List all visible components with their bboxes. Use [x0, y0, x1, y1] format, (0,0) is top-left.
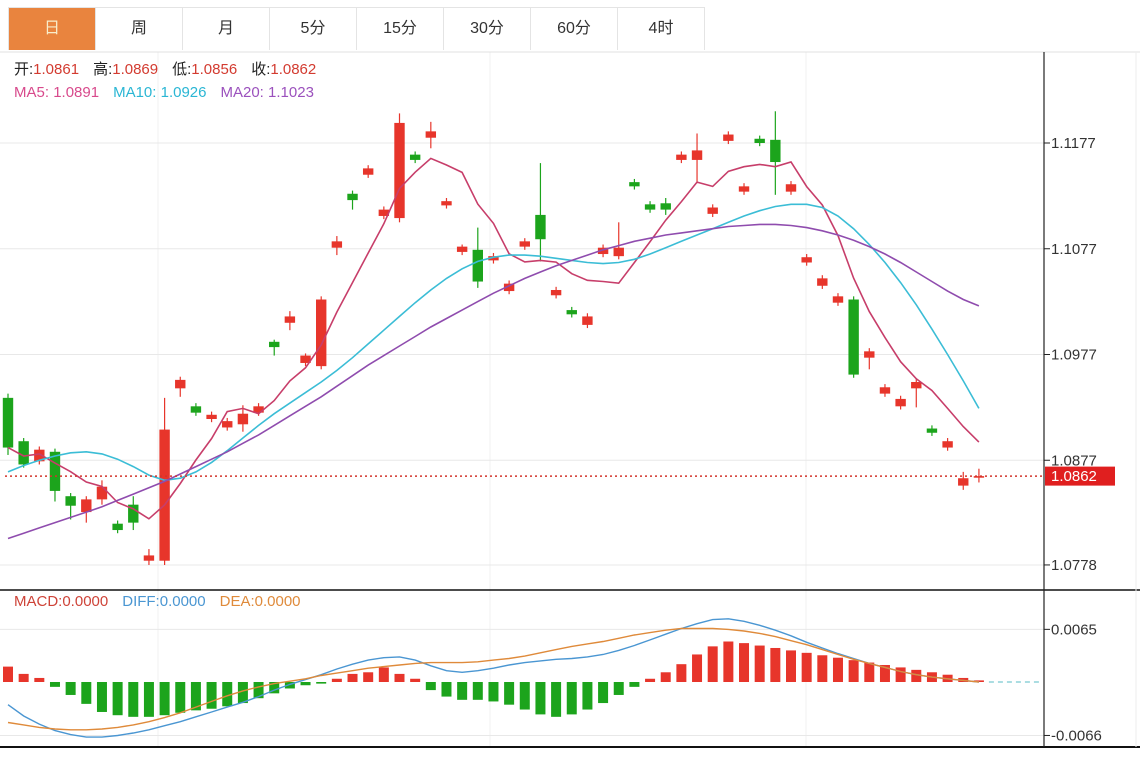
ma5-line [7, 157, 980, 520]
axis-tick-label: 1.1177 [1051, 135, 1096, 152]
axis-tick-label: 1.1077 [1051, 241, 1097, 258]
axis-tick-label: 1.0778 [1051, 557, 1097, 574]
tab-60min[interactable]: 60分 [531, 8, 618, 50]
ohlc-row-item: 开:1.0861 [14, 61, 80, 78]
tab-day[interactable]: 日 [9, 8, 96, 50]
tab-month[interactable]: 月 [183, 8, 270, 50]
tab-30min[interactable]: 30分 [444, 8, 531, 50]
axis-tick-label: 1.0977 [1051, 347, 1097, 364]
tab-15min[interactable]: 15分 [357, 8, 444, 50]
ohlc-row-item: 低:1.0856 [172, 61, 238, 78]
ma-row-item: MA20: 1.1023 [220, 84, 314, 101]
macd-row-item: MACD:0.0000 [14, 593, 109, 610]
ma-row-item: MA10: 1.0926 [113, 84, 207, 101]
ma-row-item: MA5: 1.0891 [14, 84, 100, 101]
ma-legend: MA5: 1.0891 MA10: 1.0926 MA20: 1.1023 [14, 84, 328, 101]
tab-5min[interactable]: 5分 [270, 8, 357, 50]
tab-week[interactable]: 周 [96, 8, 183, 50]
macd-legend: MACD:0.0000 DIFF:0.0000 DEA:0.0000 [14, 593, 315, 610]
axis-tick-label: 0.0065 [1051, 621, 1097, 638]
macd-row-item: DEA:0.0000 [219, 593, 301, 610]
tab-4hour[interactable]: 4时 [618, 8, 705, 50]
axes: 1.1177 1.1077 1.0977 1.0877 1.0778 0.0065 -0.0… [0, 51, 1140, 748]
chart-area[interactable]: 1.0862 1.1177 1.1077 1.0977 1.0877 1.0778 0.00… [0, 0, 1140, 754]
axis-tick-label: -0.0066 [1051, 727, 1102, 744]
candlestick-chart-canvas[interactable]: 1.0862 1.1177 1.1077 1.0977 1.0877 1.0778 0.00… [0, 0, 1140, 754]
gridlines [0, 52, 1044, 747]
ma10-line [7, 203, 980, 482]
candles-layer [2, 111, 985, 565]
ohlc-row-item: 收:1.0862 [251, 61, 317, 78]
macd-row-item: DIFF:0.0000 [122, 593, 206, 610]
ma20-line [7, 223, 980, 540]
ohlc-row-item: 高:1.0869 [93, 61, 159, 78]
axis-tick-label: 1.0877 [1051, 452, 1097, 469]
last-price-tag-value: 1.0862 [1051, 468, 1097, 485]
period-tabbar: 日周月 5分 15分 30分 60分 4时 [8, 7, 705, 50]
ohlc-legend: 开:1.0861 高:1.0869 低:1.0856 收:1.0862 [14, 58, 330, 79]
